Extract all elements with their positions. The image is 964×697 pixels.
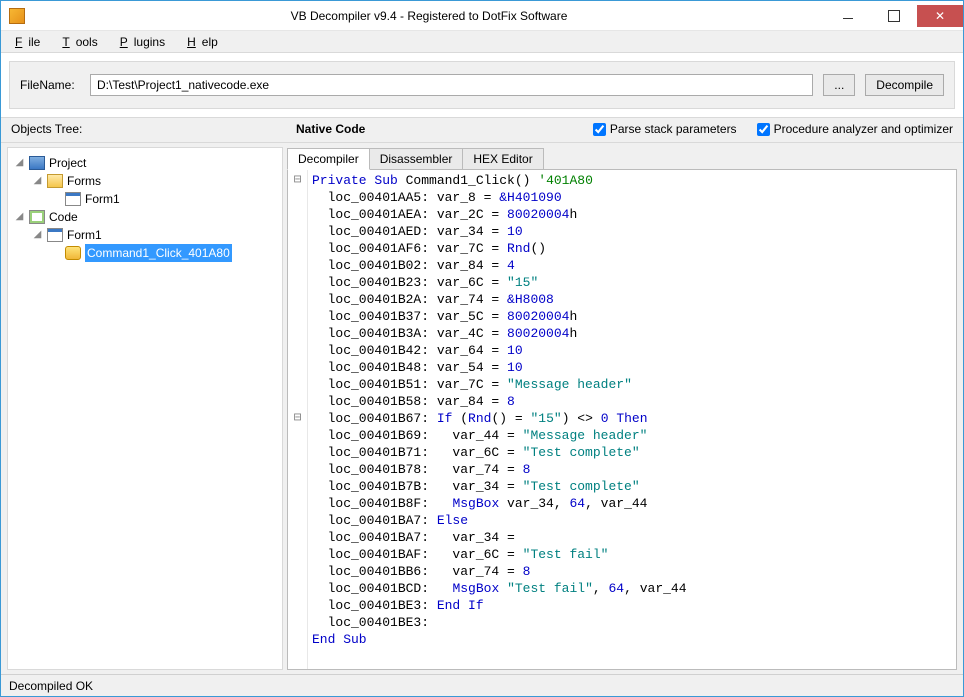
tree-code[interactable]: ◢ Code (14, 208, 278, 226)
collapse-icon[interactable]: ◢ (32, 176, 43, 187)
code-tabs: Decompiler Disassembler HEX Editor (287, 147, 957, 169)
collapse-icon[interactable]: ◢ (14, 158, 25, 169)
decompile-button[interactable]: Decompile (865, 74, 944, 96)
collapse-icon[interactable]: ◢ (32, 230, 43, 241)
parse-stack-input[interactable] (593, 123, 606, 136)
objects-tree[interactable]: ◢ Project ◢ Forms (7, 147, 283, 670)
parse-stack-checkbox[interactable]: Parse stack parameters (593, 122, 737, 136)
maximize-button[interactable] (871, 5, 917, 27)
menu-file[interactable]: File (9, 33, 52, 51)
tree-proc[interactable]: Command1_Click_401A80 (50, 244, 278, 262)
code-gutter: ⊟⊟ (288, 170, 308, 669)
project-icon (29, 156, 45, 170)
tab-hex-editor[interactable]: HEX Editor (462, 148, 543, 169)
form-icon (65, 192, 81, 206)
close-button[interactable] (917, 5, 963, 27)
minimize-button[interactable] (825, 5, 871, 27)
objects-tree-label: Objects Tree: (11, 122, 276, 136)
menu-help[interactable]: Help (181, 33, 230, 51)
tab-decompiler[interactable]: Decompiler (287, 148, 370, 170)
window-title: VB Decompiler v9.4 - Registered to DotFi… (33, 9, 825, 23)
status-text: Decompiled OK (9, 679, 93, 693)
proc-icon (65, 246, 81, 260)
main-area: ◢ Project ◢ Forms (1, 143, 963, 674)
menu-tools[interactable]: Tools (56, 33, 109, 51)
proc-analyzer-checkbox[interactable]: Procedure analyzer and optimizer (757, 122, 953, 136)
code-pane: Decompiler Disassembler HEX Editor ⊟⊟ Pr… (287, 147, 957, 670)
tree-forms[interactable]: ◢ Forms (32, 172, 278, 190)
tree-project[interactable]: ◢ Project (14, 154, 278, 172)
collapse-icon[interactable]: ◢ (14, 212, 25, 223)
window-controls (825, 5, 963, 27)
file-panel: FileName: ... Decompile (9, 61, 955, 109)
filename-input[interactable] (90, 74, 813, 96)
options-row: Objects Tree: Native Code Parse stack pa… (1, 117, 963, 143)
app-icon (9, 8, 25, 24)
tree-form1-code[interactable]: ◢ Form1 (32, 226, 278, 244)
tab-disassembler[interactable]: Disassembler (369, 148, 464, 169)
code-editor: ⊟⊟ Private Sub Command1_Click() '401A80 … (287, 169, 957, 670)
menubar: File Tools Plugins Help (1, 31, 963, 53)
form-icon (47, 228, 63, 242)
tree-form1[interactable]: Form1 (50, 190, 278, 208)
titlebar: VB Decompiler v9.4 - Registered to DotFi… (1, 1, 963, 31)
browse-button[interactable]: ... (823, 74, 855, 96)
menu-plugins[interactable]: Plugins (114, 33, 177, 51)
statusbar: Decompiled OK (1, 674, 963, 696)
code-text[interactable]: Private Sub Command1_Click() '401A80 loc… (308, 170, 956, 669)
code-icon (29, 210, 45, 224)
folder-icon (47, 174, 63, 188)
native-code-label: Native Code (296, 122, 573, 136)
filename-label: FileName: (20, 78, 80, 92)
proc-analyzer-input[interactable] (757, 123, 770, 136)
